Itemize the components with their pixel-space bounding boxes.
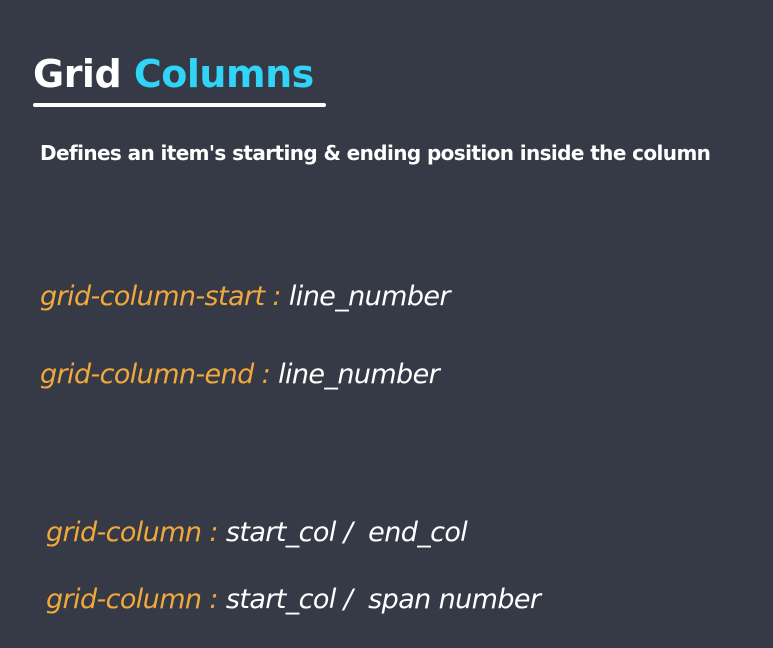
property-name: grid-column : — [46, 517, 219, 548]
property-name: grid-column : — [46, 584, 219, 615]
property-name: grid-column-end : — [40, 359, 271, 390]
slide-title: Grid Columns — [33, 50, 314, 98]
title-part-grid: Grid — [33, 52, 122, 96]
code-line-column-span: grid-column : start_col / span number — [46, 582, 541, 618]
property-value: line_number — [288, 281, 451, 312]
slide-subtitle: Defines an item's starting & ending posi… — [40, 141, 711, 165]
property-value: start_col / span number — [225, 584, 541, 615]
property-name: grid-column-start : — [40, 281, 282, 312]
code-line-column-start: grid-column-start : line_number — [40, 279, 451, 315]
code-line-column-end: grid-column-end : line_number — [40, 357, 440, 393]
code-line-column-shorthand: grid-column : start_col / end_col — [46, 515, 468, 551]
property-value: line_number — [278, 359, 440, 390]
title-text: Grid Columns — [33, 50, 314, 98]
title-underline — [33, 103, 326, 107]
property-value: start_col / end_col — [225, 517, 468, 548]
title-part-columns: Columns — [133, 52, 314, 96]
